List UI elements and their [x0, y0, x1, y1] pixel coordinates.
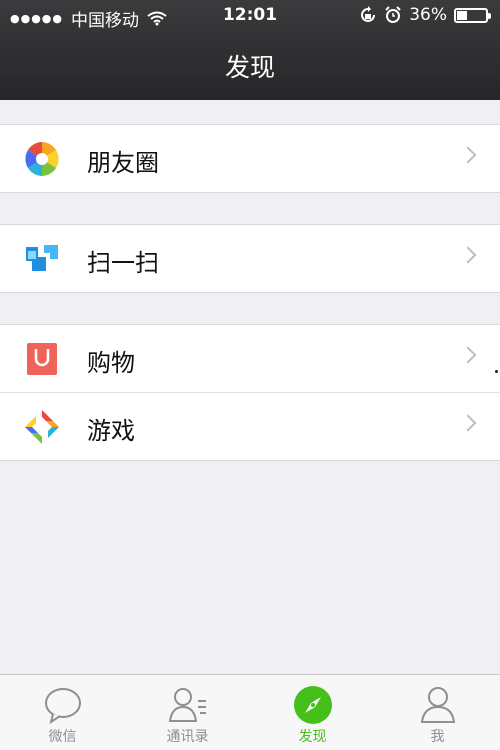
menu-item-label: 游戏: [87, 417, 135, 445]
navigation-bar: ●●●●● 中国移动 12:01 36% 发现: [0, 0, 500, 100]
menu-item-label: 扫一扫: [87, 249, 159, 277]
menu-item-label: 购物: [87, 349, 135, 377]
battery-percentage: 36%: [409, 5, 447, 25]
shopping-bag-icon: [27, 343, 57, 375]
profile-icon: [420, 687, 455, 723]
rotation-lock-icon: [361, 6, 376, 22]
tab-me[interactable]: 我: [375, 675, 500, 750]
menu-group-moments: 朋友圈: [0, 124, 500, 193]
chat-bubble-icon: [44, 688, 81, 725]
moments-icon: [25, 142, 59, 176]
games-icon: [25, 410, 59, 444]
tab-label: 我: [430, 729, 445, 745]
page-title: 发现: [224, 53, 275, 82]
menu-item-scan[interactable]: 扫一扫: [0, 225, 500, 292]
stray-dot: [495, 370, 498, 373]
chevron-right-icon: [459, 346, 477, 364]
menu-group-scan: 扫一扫: [0, 224, 500, 293]
status-bar: ●●●●● 中国移动 12:01 36%: [0, 0, 500, 32]
tab-label: 微信: [48, 729, 77, 745]
chevron-right-icon: [459, 146, 477, 164]
battery-icon: [454, 7, 491, 23]
menu-group-shopping-games: 购物 游戏: [0, 324, 500, 461]
battery-level-fill: [457, 10, 468, 20]
tab-label: 通讯录: [166, 729, 209, 745]
chevron-right-icon: [459, 246, 477, 264]
menu-item-label: 朋友圈: [87, 149, 159, 177]
tab-contacts[interactable]: 通讯录: [125, 675, 250, 750]
tab-label: 发现: [298, 729, 327, 745]
tab-wechat[interactable]: 微信: [0, 675, 125, 750]
scan-icon: [26, 245, 58, 271]
bottom-tab-bar: 微信 通讯录 发现 我: [0, 674, 500, 750]
menu-item-games[interactable]: 游戏: [0, 392, 500, 460]
tab-discover[interactable]: 发现: [250, 675, 375, 750]
alarm-icon: [385, 6, 401, 23]
menu-item-shopping[interactable]: 购物: [0, 325, 500, 392]
chevron-right-icon: [459, 414, 477, 432]
menu-item-moments[interactable]: 朋友圈: [0, 125, 500, 192]
contacts-icon: [168, 688, 206, 722]
compass-icon: [293, 686, 332, 724]
